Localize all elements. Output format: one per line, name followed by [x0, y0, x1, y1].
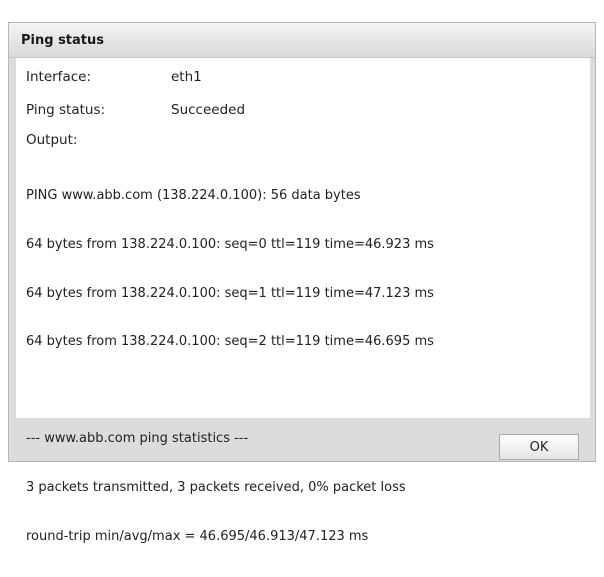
output-line: round-trip min/avg/max = 46.695/46.913/4…: [26, 528, 369, 544]
dialog-content: Interface: eth1 Ping status: Succeeded O…: [16, 58, 590, 544]
dialog-title: Ping status: [21, 33, 105, 48]
interface-label: Interface:: [26, 69, 91, 85]
ping-status-value: Succeeded: [171, 102, 246, 118]
interface-value: eth1: [171, 69, 202, 85]
output-line: 64 bytes from 138.224.0.100: seq=1 ttl=1…: [26, 285, 434, 301]
ping-output: PING www.abb.com (138.224.0.100): 56 dat…: [26, 156, 434, 577]
output-line: PING www.abb.com (138.224.0.100): 56 dat…: [26, 188, 361, 204]
output-label: Output:: [26, 132, 78, 148]
output-line: 64 bytes from 138.224.0.100: seq=2 ttl=1…: [26, 334, 434, 350]
output-line: 3 packets transmitted, 3 packets receive…: [26, 479, 406, 495]
dialog-titlebar[interactable]: Ping status: [9, 23, 595, 58]
output-line: 64 bytes from 138.224.0.100: seq=0 ttl=1…: [26, 237, 434, 252]
dialog-footer: OK: [9, 418, 595, 461]
ok-button[interactable]: OK: [499, 434, 579, 460]
ping-status-dialog: Ping status Interface: eth1 Ping status:…: [8, 22, 596, 544]
ping-status-label: Ping status:: [26, 102, 106, 118]
